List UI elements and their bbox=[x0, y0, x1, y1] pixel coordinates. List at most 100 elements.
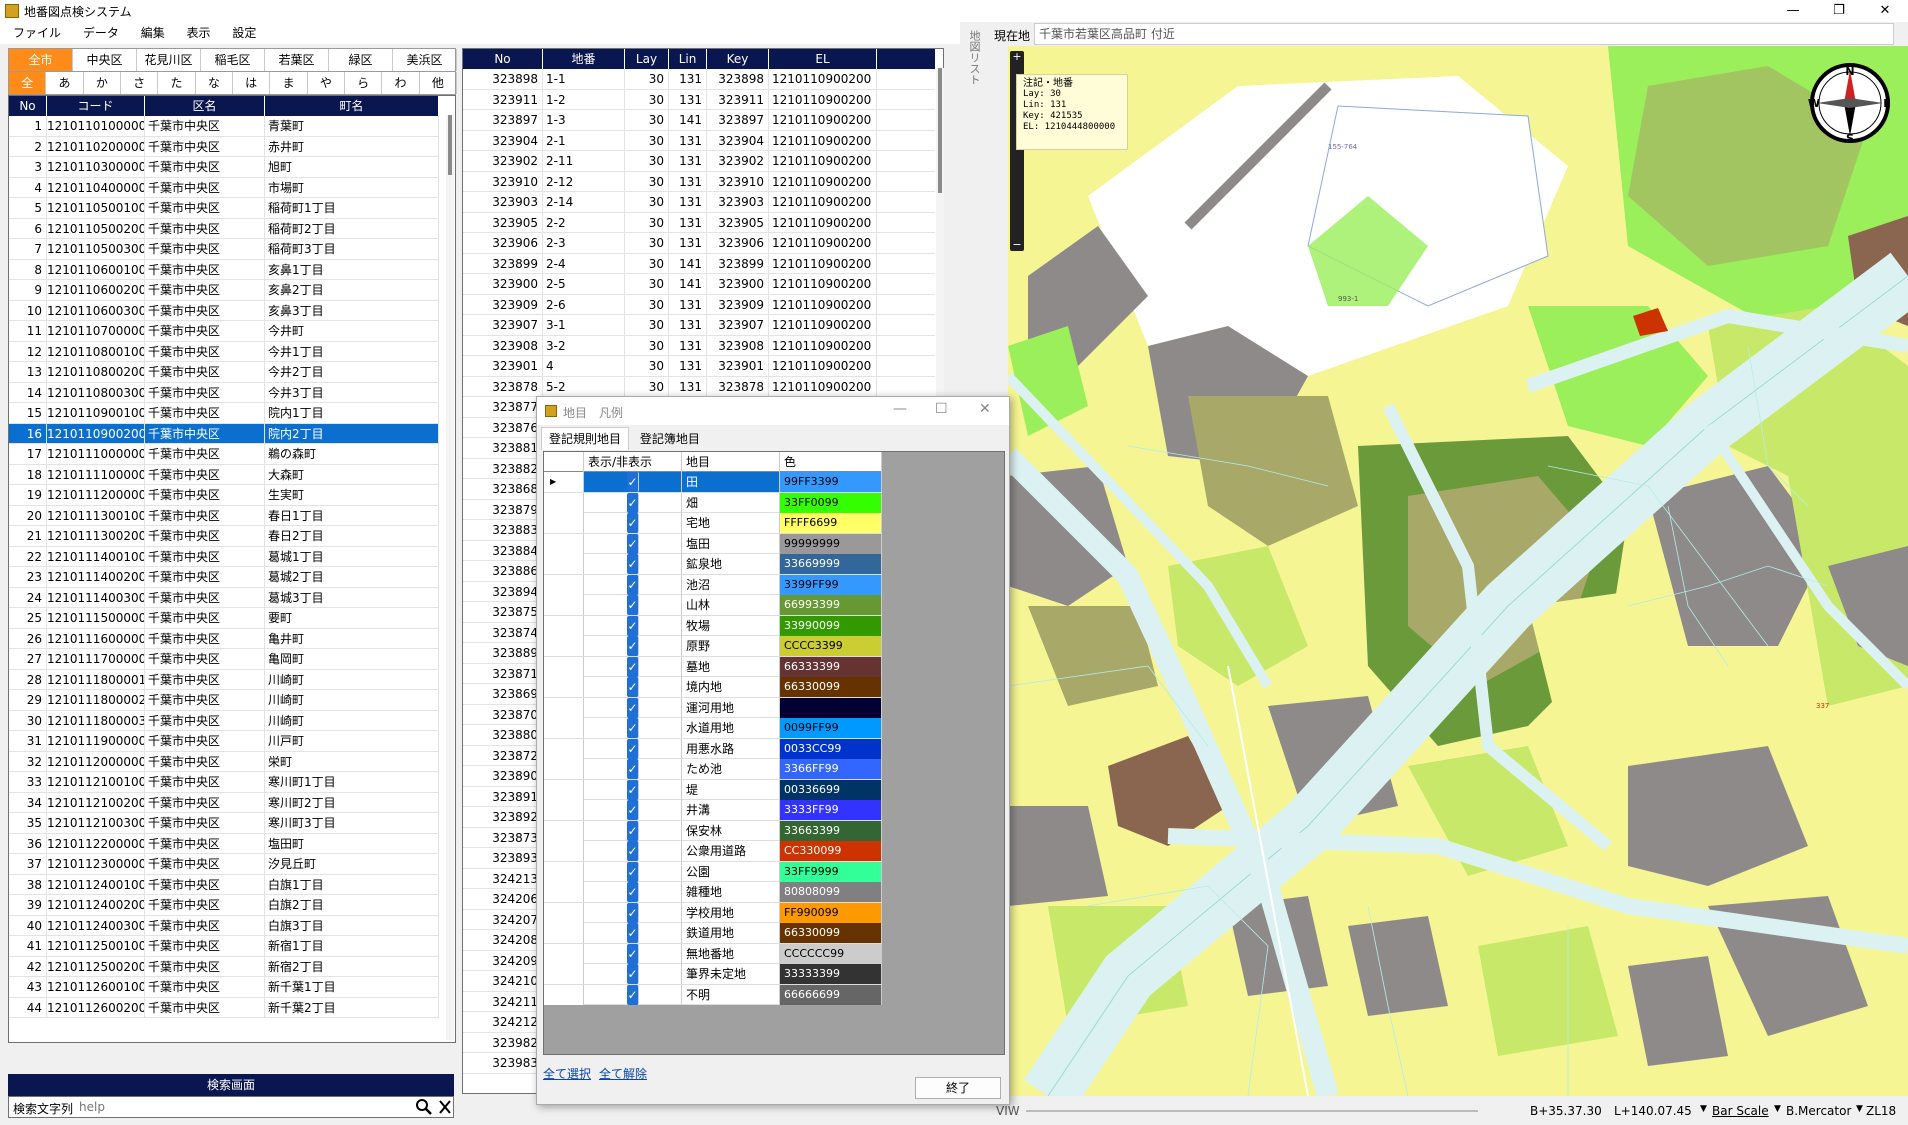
color-swatch[interactable]: 3333FF99 bbox=[780, 800, 882, 820]
color-swatch[interactable]: 3366FF99 bbox=[780, 759, 882, 779]
legend-row[interactable]: ✓ 原野 CCCC3399 bbox=[544, 636, 882, 657]
kana-tab[interactable]: は bbox=[233, 72, 271, 94]
visibility-checkbox[interactable]: ✓ bbox=[627, 697, 639, 718]
maximize-button[interactable]: ❐ bbox=[1816, 0, 1862, 22]
table-row[interactable]: 34 1210112100200 千葉市中央区 寒川町2丁目 bbox=[9, 792, 439, 813]
visibility-checkbox[interactable]: ✓ bbox=[627, 636, 639, 656]
color-swatch[interactable]: 33FF9999 bbox=[780, 861, 882, 882]
legend-row[interactable]: ✓ 塩田 99999999 bbox=[544, 533, 882, 554]
map-view[interactable]: 155-764 993-1 337 + − 注記・地番 Lay: 30 Lin:… bbox=[1008, 46, 1908, 1096]
table-row[interactable]: 40 1210112400300 千葉市中央区 白旗3丁目 bbox=[9, 915, 439, 936]
color-swatch[interactable]: 66666699 bbox=[780, 984, 882, 1005]
visibility-checkbox[interactable]: ✓ bbox=[627, 574, 639, 595]
table-row[interactable]: 22 1210111400100 千葉市中央区 葛城1丁目 bbox=[9, 546, 439, 567]
legend-row[interactable]: ✓ 筆界未定地 33333399 bbox=[544, 964, 882, 985]
legend-row[interactable]: ▶ ✓ 田 99FF3399 bbox=[544, 472, 882, 493]
close-dialog-button[interactable]: 終了 bbox=[915, 1077, 1001, 1099]
color-swatch[interactable]: 0099FF99 bbox=[780, 718, 882, 738]
tab-registry-rule-category[interactable]: 登記規則地目 bbox=[541, 427, 630, 450]
column-header[interactable]: Key bbox=[707, 49, 769, 69]
table-row[interactable]: 1 1210110100000 千葉市中央区 青葉町 bbox=[9, 116, 439, 137]
visibility-checkbox[interactable]: ✓ bbox=[627, 923, 639, 943]
zoom-out-button[interactable]: − bbox=[1011, 239, 1023, 251]
legend-row[interactable]: ✓ 無地番地 CCCCCC99 bbox=[544, 943, 882, 964]
legend-row[interactable]: ✓ 鉱泉地 33669999 bbox=[544, 554, 882, 575]
visibility-checkbox[interactable]: ✓ bbox=[627, 882, 639, 902]
table-row[interactable]: 24 1210111400300 千葉市中央区 葛城3丁目 bbox=[9, 587, 439, 608]
table-row[interactable]: 11 1210110700000 千葉市中央区 今井町 bbox=[9, 321, 439, 342]
color-swatch[interactable]: CCCCCC99 bbox=[780, 943, 882, 964]
table-row[interactable]: 15 1210110900100 千葉市中央区 院内1丁目 bbox=[9, 403, 439, 424]
legend-row[interactable]: ✓ 墓地 66333399 bbox=[544, 656, 882, 677]
visibility-checkbox[interactable]: ✓ bbox=[627, 738, 639, 759]
column-header[interactable]: 区名 bbox=[145, 96, 265, 116]
kana-tab[interactable]: 他 bbox=[420, 72, 457, 94]
table-row[interactable]: 23 1210111400200 千葉市中央区 葛城2丁目 bbox=[9, 567, 439, 588]
kana-tab[interactable]: ら bbox=[345, 72, 383, 94]
column-header[interactable]: Lin bbox=[669, 49, 707, 69]
table-row[interactable]: 7 1210110500300 千葉市中央区 稲荷町3丁目 bbox=[9, 239, 439, 260]
table-row[interactable]: 14 1210110800300 千葉市中央区 今井3丁目 bbox=[9, 382, 439, 403]
kana-tab[interactable]: あ bbox=[46, 72, 84, 94]
table-row[interactable]: 323900 2-5 30 141 323900 1210110900200 bbox=[463, 274, 935, 295]
table-row[interactable]: 323903 2-14 30 131 323903 1210110900200 bbox=[463, 192, 935, 213]
legend-row[interactable]: ✓ 保安林 33663399 bbox=[544, 820, 882, 841]
color-swatch[interactable]: 66333399 bbox=[780, 656, 882, 677]
column-header[interactable]: 地番 bbox=[543, 49, 625, 69]
legend-row[interactable]: ✓ 牧場 33990099 bbox=[544, 615, 882, 636]
parcel-map[interactable]: 155-764 993-1 337 bbox=[1008, 46, 1908, 1096]
table-row[interactable]: 42 1210112500200 千葉市中央区 新宿2丁目 bbox=[9, 956, 439, 977]
legend-row[interactable]: ✓ 境内地 66330099 bbox=[544, 677, 882, 698]
search-input[interactable] bbox=[79, 1098, 409, 1116]
table-row[interactable]: 323904 2-1 30 131 323904 1210110900200 bbox=[463, 130, 935, 151]
table-row[interactable]: 20 1210111300100 千葉市中央区 春日1丁目 bbox=[9, 505, 439, 526]
kana-tab[interactable]: ま bbox=[270, 72, 308, 94]
color-swatch[interactable]: 66993399 bbox=[780, 595, 882, 615]
scale-selector[interactable]: Bar Scale bbox=[1712, 1104, 1769, 1118]
table-row[interactable]: 32 1210112000000 千葉市中央区 栄町 bbox=[9, 751, 439, 772]
kana-tab[interactable]: か bbox=[84, 72, 121, 94]
table-row[interactable]: 3 1210110300000 千葉市中央区 旭町 bbox=[9, 157, 439, 178]
color-swatch[interactable]: 33FF0099 bbox=[780, 492, 882, 513]
color-swatch[interactable]: 33669999 bbox=[780, 554, 882, 574]
legend-row[interactable]: ✓ 井溝 3333FF99 bbox=[544, 800, 882, 821]
legend-row[interactable]: ✓ 鉄道用地 66330099 bbox=[544, 923, 882, 944]
map-list-side-tab[interactable]: 地図リスト bbox=[962, 30, 982, 90]
kana-tab[interactable]: た bbox=[158, 72, 196, 94]
legend-minimize-button[interactable]: — bbox=[893, 401, 907, 417]
legend-row[interactable]: ✓ ため池 3366FF99 bbox=[544, 759, 882, 780]
column-header[interactable]: 町名 bbox=[265, 96, 439, 116]
table-row[interactable]: 44 1210112600200 千葉市中央区 新千葉2丁目 bbox=[9, 997, 439, 1018]
zoom-in-button[interactable]: + bbox=[1011, 51, 1023, 63]
menu-file[interactable]: ファイル bbox=[4, 22, 70, 44]
table-row[interactable]: 25 1210111500000 千葉市中央区 要町 bbox=[9, 608, 439, 629]
ward-tab[interactable]: 緑区 bbox=[329, 49, 393, 71]
ward-tab[interactable]: 全市 bbox=[9, 49, 73, 71]
column-header[interactable]: No bbox=[463, 49, 543, 69]
color-swatch[interactable] bbox=[780, 697, 882, 718]
legend-row[interactable]: ✓ 公園 33FF9999 bbox=[544, 861, 882, 882]
table-row[interactable]: 323908 3-2 30 131 323908 1210110900200 bbox=[463, 335, 935, 356]
visibility-checkbox[interactable]: ✓ bbox=[627, 841, 639, 861]
table-row[interactable]: 26 1210111600000 千葉市中央区 亀井町 bbox=[9, 628, 439, 649]
kana-tab[interactable]: わ bbox=[382, 72, 420, 94]
color-swatch[interactable]: FFFF6699 bbox=[780, 513, 882, 533]
table-row[interactable]: 323902 2-11 30 131 323902 1210110900200 bbox=[463, 151, 935, 172]
legend-row[interactable]: ✓ 山林 66993399 bbox=[544, 595, 882, 616]
legend-row[interactable]: ✓ 宅地 FFFF6699 bbox=[544, 513, 882, 534]
table-row[interactable]: 17 1210111000000 千葉市中央区 鵜の森町 bbox=[9, 444, 439, 465]
table-row[interactable]: 41 1210112500100 千葉市中央区 新宿1丁目 bbox=[9, 936, 439, 957]
visibility-checkbox[interactable]: ✓ bbox=[627, 554, 639, 574]
legend-row[interactable]: ✓ 畑 33FF0099 bbox=[544, 492, 882, 513]
table-row[interactable]: 323910 2-12 30 131 323910 1210110900200 bbox=[463, 171, 935, 192]
color-swatch[interactable]: 66330099 bbox=[780, 923, 882, 943]
color-swatch[interactable]: 66330099 bbox=[780, 677, 882, 697]
visibility-checkbox[interactable]: ✓ bbox=[627, 902, 639, 923]
town-table-scrollbar[interactable] bbox=[446, 115, 454, 1040]
color-swatch[interactable]: 33663399 bbox=[780, 820, 882, 841]
column-header[interactable]: No bbox=[9, 96, 47, 116]
ward-tab[interactable]: 花見川区 bbox=[137, 49, 201, 71]
color-swatch[interactable]: CCCC3399 bbox=[780, 636, 882, 656]
visibility-checkbox[interactable]: ✓ bbox=[627, 779, 639, 800]
legend-row[interactable]: ✓ 堤 00336699 bbox=[544, 779, 882, 800]
